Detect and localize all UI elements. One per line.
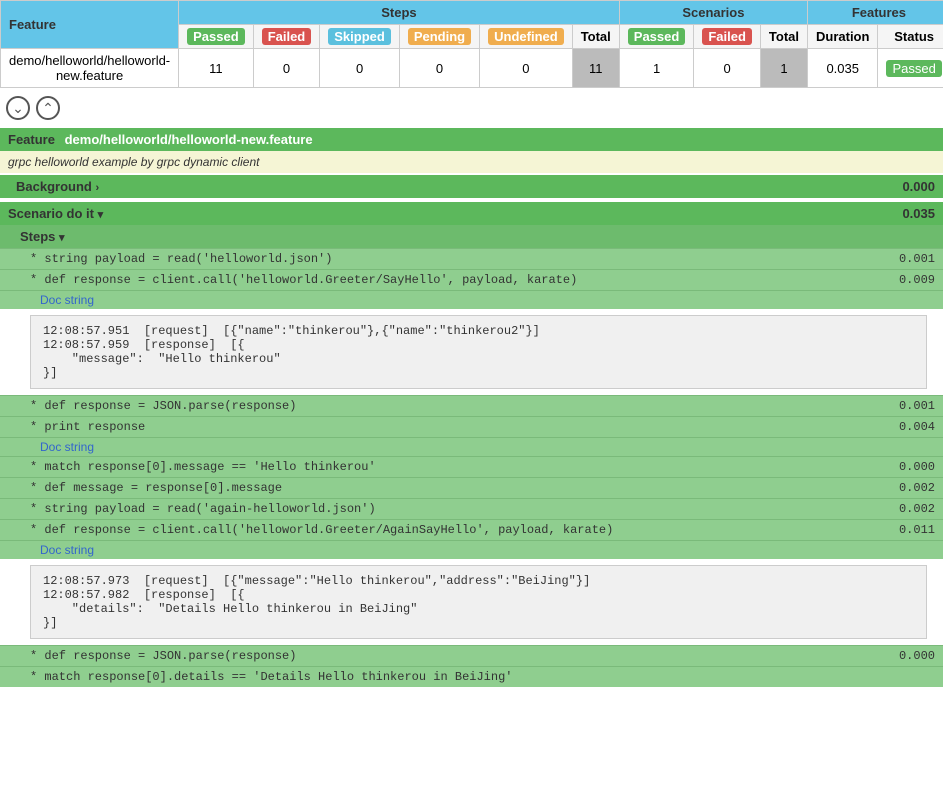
summary-table: Feature Steps Scenarios Features Passed … [0,0,943,88]
doc-string-link[interactable]: Doc string [0,540,943,559]
cell-steps-pending: 0 [399,49,479,88]
step-row: * print response 0.004 [0,416,943,437]
doc-string-box: 12:08:57.973 [request] [{"message":"Hell… [30,565,927,639]
step-duration: 0.004 [899,420,935,434]
scenario-bar[interactable]: Scenario do it ▾ 0.035 [0,202,943,225]
step-text: * match response[0].message == 'Hello th… [30,460,376,474]
cell-steps-skipped: 0 [320,49,400,88]
step-text: * match response[0].details == 'Details … [30,670,512,684]
step-text: * print response [30,420,145,434]
steps-list: * string payload = read('helloworld.json… [0,248,943,687]
step-duration: 0.000 [899,649,935,663]
step-text: * def response = client.call('helloworld… [30,273,577,287]
step-text: * string payload = read('helloworld.json… [30,252,332,266]
step-text: * def response = JSON.parse(response) [30,399,296,413]
step-text: * string payload = read('again-helloworl… [30,502,376,516]
collapse-icon[interactable]: ⌄ [6,96,30,120]
step-row: * def response = client.call('helloworld… [0,269,943,290]
col-header-duration: Duration [808,25,878,49]
step-duration: 0.001 [899,252,935,266]
step-text: * def message = response[0].message [30,481,282,495]
table-header-top: Feature Steps Scenarios Features [1,1,943,25]
expand-icon[interactable]: ⌃ [36,96,60,120]
step-duration: 0.011 [899,523,935,537]
cell-sc-failed: 0 [694,49,761,88]
doc-string-box: 12:08:57.951 [request] [{"name":"thinker… [30,315,927,389]
scenario-label: Scenario do it ▾ [8,206,103,221]
step-row: * def response = JSON.parse(response) 0.0… [0,645,943,666]
doc-string-link[interactable]: Doc string [0,437,943,456]
cell-steps-passed: 11 [179,49,254,88]
steps-bar[interactable]: Steps ▾ [0,225,943,248]
cell-steps-total: 11 [572,49,619,88]
step-text: * def response = client.call('helloworld… [30,523,613,537]
cell-feature: demo/helloworld/helloworld-new.feature [1,49,179,88]
cell-steps-undefined: 0 [480,49,573,88]
step-row: * match response[0].message == 'Hello th… [0,456,943,477]
feature-description: grpc helloworld example by grpc dynamic … [0,151,943,173]
step-row: * string payload = read('helloworld.json… [0,248,943,269]
step-row: * match response[0].details == 'Details … [0,666,943,687]
cell-sc-passed: 1 [619,49,694,88]
step-row: * def response = client.call('helloworld… [0,519,943,540]
col-header-features: Features [808,1,943,25]
col-header-status: Status [878,25,943,49]
col-header-undefined: Undefined [480,25,573,49]
step-row: * def message = response[0].message 0.002 [0,477,943,498]
steps-label: Steps ▾ [20,229,65,244]
cell-sc-total: 1 [760,49,807,88]
col-header-sc-passed: Passed [619,25,694,49]
col-header-total-steps: Total [572,25,619,49]
col-header-sc-total: Total [760,25,807,49]
background-bar[interactable]: Background › 0.000 [0,175,943,198]
toggle-row: ⌄ ⌃ [0,88,943,128]
col-header-failed: Failed [253,25,320,49]
feature-name: demo/helloworld/helloworld-new.feature [65,132,313,147]
step-row: * string payload = read('again-helloworl… [0,498,943,519]
step-row: * def response = JSON.parse(response) 0.0… [0,395,943,416]
step-duration: 0.001 [899,399,935,413]
step-duration: 0.002 [899,481,935,495]
cell-status: Passed [878,49,943,88]
background-duration: 0.000 [902,179,935,194]
step-duration: 0.002 [899,502,935,516]
table-row: demo/helloworld/helloworld-new.feature 1… [1,49,943,88]
feature-bar: Feature demo/helloworld/helloworld-new.f… [0,128,943,151]
cell-duration: 0.035 [808,49,878,88]
col-header-sc-failed: Failed [694,25,761,49]
col-header-feature: Feature [1,1,179,49]
cell-steps-failed: 0 [253,49,320,88]
step-text: * def response = JSON.parse(response) [30,649,296,663]
background-label: Background › [16,179,99,194]
step-duration: 0.009 [899,273,935,287]
col-header-pending: Pending [399,25,479,49]
col-header-skipped: Skipped [320,25,400,49]
col-header-scenarios: Scenarios [619,1,807,25]
col-header-passed: Passed [179,25,254,49]
col-header-steps: Steps [179,1,620,25]
step-duration: 0.000 [899,460,935,474]
feature-label: Feature [8,132,55,147]
doc-string-link[interactable]: Doc string [0,290,943,309]
scenario-duration: 0.035 [902,206,935,221]
